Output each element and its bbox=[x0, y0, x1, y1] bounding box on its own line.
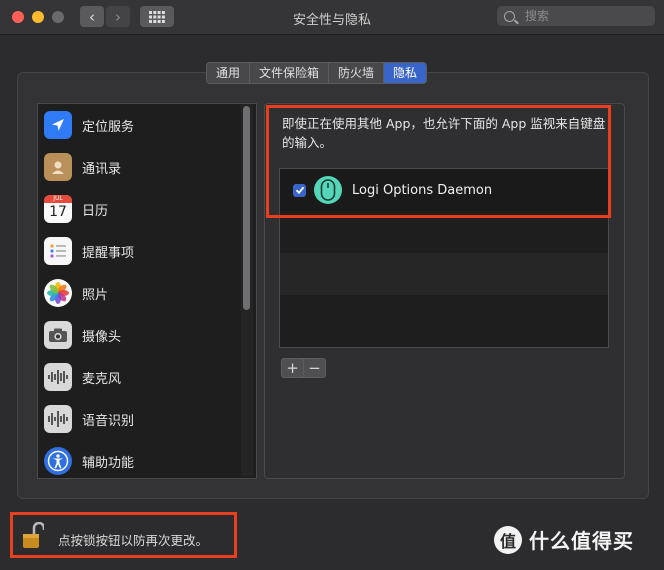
sidebar-item-label: 照片 bbox=[82, 287, 109, 303]
sidebar-item-photos[interactable]: 照片 bbox=[38, 272, 256, 314]
empty-row bbox=[280, 295, 608, 337]
sidebar-item-label: 麦克风 bbox=[82, 371, 122, 387]
sidebar-scrollbar-thumb[interactable] bbox=[243, 106, 250, 310]
watermark-logo: 值 bbox=[494, 525, 522, 554]
title-bar: ‹ › 安全性与隐私 bbox=[0, 0, 664, 35]
sidebar-item-label: 摄像头 bbox=[82, 329, 122, 345]
tab-firewall[interactable]: 防火墙 bbox=[329, 63, 385, 83]
site-watermark: 值 什么值得买 bbox=[494, 525, 634, 554]
sidebar-item-reminders[interactable]: 提醒事项 bbox=[38, 230, 256, 272]
watermark-text: 什么值得买 bbox=[529, 529, 634, 553]
sidebar-item-contacts[interactable]: 通讯录 bbox=[38, 146, 256, 188]
camera-icon bbox=[44, 321, 72, 349]
search-icon bbox=[504, 10, 515, 22]
sidebar-item-microphone[interactable]: 麦克风 bbox=[38, 356, 256, 398]
sidebar-item-label: 定位服务 bbox=[82, 119, 135, 135]
sidebar-item-label: 语音识别 bbox=[82, 413, 135, 429]
remove-app-button[interactable]: − bbox=[303, 358, 326, 378]
sidebar-item-calendar[interactable]: JUL 17 日历 bbox=[38, 188, 256, 230]
contacts-icon bbox=[44, 153, 72, 181]
microphone-icon bbox=[44, 363, 72, 391]
empty-row bbox=[280, 253, 608, 295]
minus-icon: − bbox=[308, 359, 321, 377]
tab-bar: 通用 文件保险箱 防火墙 隐私 bbox=[206, 62, 428, 84]
sidebar-item-label: 日历 bbox=[82, 203, 109, 219]
search-field[interactable] bbox=[497, 6, 655, 26]
tab-filevault[interactable]: 文件保险箱 bbox=[250, 63, 330, 83]
location-icon bbox=[44, 111, 72, 139]
reminders-icon bbox=[44, 237, 72, 265]
sidebar-item-location-services[interactable]: 定位服务 bbox=[38, 104, 256, 146]
photos-icon bbox=[44, 279, 72, 307]
sidebar-item-accessibility[interactable]: 辅助功能 bbox=[38, 440, 256, 478]
sidebar-item-camera[interactable]: 摄像头 bbox=[38, 314, 256, 356]
tab-general[interactable]: 通用 bbox=[207, 63, 251, 83]
tab-privacy[interactable]: 隐私 bbox=[384, 63, 427, 83]
sidebar-item-label: 通讯录 bbox=[82, 161, 122, 177]
plus-icon: + bbox=[286, 359, 299, 377]
speech-recognition-icon bbox=[44, 405, 72, 433]
search-input[interactable] bbox=[523, 8, 647, 24]
add-app-button[interactable]: + bbox=[281, 358, 304, 378]
calendar-icon: JUL 17 bbox=[44, 195, 72, 223]
accessibility-icon bbox=[44, 447, 72, 475]
annotation-highlight-box bbox=[266, 105, 611, 218]
privacy-category-list[interactable]: 定位服务 通讯录 JUL 17 日历 提醒事项 照片 摄像头 麦克风 语音识别 … bbox=[37, 103, 257, 479]
sidebar-item-label: 辅助功能 bbox=[82, 455, 135, 471]
sidebar-item-speech-recognition[interactable]: 语音识别 bbox=[38, 398, 256, 440]
sidebar-item-label: 提醒事项 bbox=[82, 245, 135, 261]
annotation-highlight-box bbox=[10, 512, 237, 558]
